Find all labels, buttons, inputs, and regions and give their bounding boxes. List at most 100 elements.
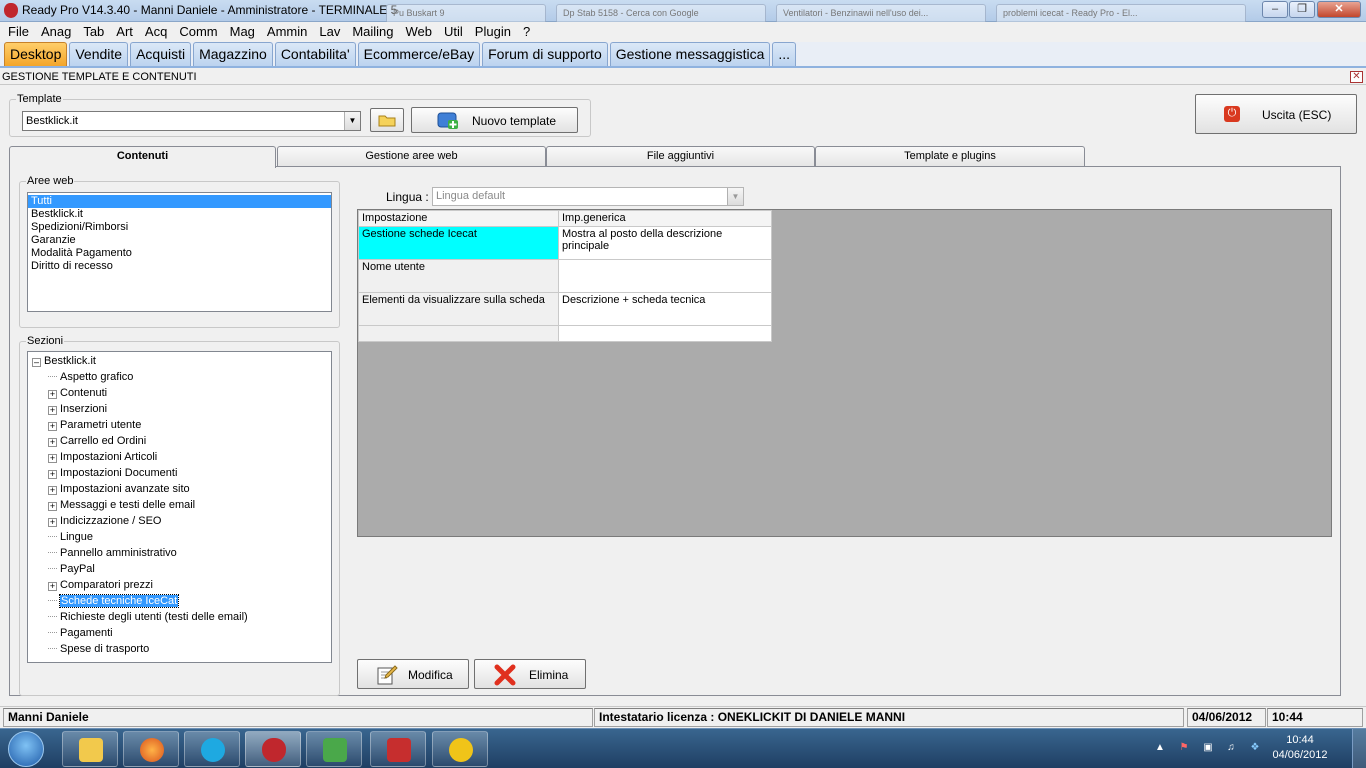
tree-item[interactable]: + Impostazioni avanzate sito [48,483,190,496]
module-tab-forum[interactable]: Forum di supporto [482,42,608,66]
column-header[interactable]: Imp.generica [558,210,772,227]
taskbar-skype[interactable] [184,731,240,767]
chevron-down-icon[interactable]: ▼ [727,188,743,205]
maximize-button[interactable]: ❐ [1289,1,1315,18]
dropbox-icon[interactable]: ❖ [1249,742,1261,754]
tree-item[interactable]: + Carrello ed Ordini [48,435,146,448]
edit-button[interactable]: Modifica [357,659,469,689]
module-tab-desktop[interactable]: Desktop [4,42,68,66]
taskbar-readypro[interactable] [245,731,301,767]
taskbar-clock[interactable]: 10:44 04/06/2012 [1270,733,1330,763]
tree-item[interactable]: PayPal [48,563,95,576]
tree-item[interactable]: Richieste degli utenti (testi delle emai… [48,611,248,624]
table-row[interactable]: Nome utente [358,259,772,293]
exit-button[interactable]: ⏻ Uscita (ESC) [1195,94,1357,134]
tab-template-plugins[interactable]: Template e plugins [815,146,1085,166]
start-orb[interactable] [8,731,44,767]
expand-icon[interactable]: + [48,390,57,399]
module-tab-vendite[interactable]: Vendite [69,42,129,66]
network-icon[interactable]: ▣ [1202,742,1214,754]
menu-acq[interactable]: Acq [139,22,173,42]
module-tab-acquisti[interactable]: Acquisti [130,42,192,66]
minimize-button[interactable]: – [1262,1,1288,18]
expand-icon[interactable]: + [48,438,57,447]
tree-item[interactable]: + Contenuti [48,387,107,400]
list-item[interactable]: Modalità Pagamento [28,247,331,260]
module-tab-messaggistica[interactable]: Gestione messaggistica [609,42,771,66]
expand-icon[interactable]: + [48,502,57,511]
table-cell[interactable]: Mostra al posto della descrizione princi… [558,226,772,260]
expand-icon[interactable]: + [48,422,57,431]
new-template-button[interactable]: Nuovo template [411,107,578,133]
menu-web[interactable]: Web [400,22,439,42]
menu-art[interactable]: Art [110,22,139,42]
tree-item[interactable]: Spese di trasporto [48,643,149,656]
tree-item[interactable]: + Messaggi e testi delle email [48,499,195,512]
menu-lav[interactable]: Lav [313,22,346,42]
table-row[interactable]: Elementi da visualizzare sulla scheda De… [358,292,772,326]
taskbar-network[interactable] [306,731,362,767]
list-item[interactable]: Diritto di recesso [28,260,331,273]
table-cell[interactable] [558,259,772,293]
table-cell[interactable] [558,325,772,342]
tree-item[interactable]: Lingue [48,531,93,544]
table-cell[interactable]: Nome utente [358,259,559,293]
background-tab[interactable]: Dp Stab 5158 - Cerca con Google [556,4,766,22]
expand-icon[interactable]: + [48,582,57,591]
menu-plugin[interactable]: Plugin [469,22,517,42]
background-tab[interactable]: Ventilatori - Benzinawii nell'uso dei... [776,4,986,22]
collapse-icon[interactable]: – [32,358,41,367]
expand-icon[interactable]: + [48,406,57,415]
menu-tab[interactable]: Tab [77,22,110,42]
close-button[interactable]: ✕ [1317,1,1361,18]
lingua-select[interactable]: Lingua default ▼ [432,187,744,206]
tree-item[interactable]: Pagamenti [48,627,113,640]
list-item[interactable]: Bestklick.it [28,208,331,221]
menu-file[interactable]: File [2,22,35,42]
expand-icon[interactable]: + [48,454,57,463]
background-tab[interactable]: Pu Buskart 9 [386,4,546,22]
list-item[interactable]: Tutti [28,195,331,208]
tree-item[interactable]: + Indicizzazione / SEO [48,515,162,528]
module-tab-contabilita[interactable]: Contabilita' [274,42,356,66]
tab-file-aggiuntivi[interactable]: File aggiuntivi [546,146,815,166]
tab-gestione-aree-web[interactable]: Gestione aree web [277,146,546,166]
template-select[interactable]: Bestklick.it ▼ [22,111,361,131]
menu-mag[interactable]: Mag [224,22,261,42]
expand-icon[interactable]: + [48,470,57,479]
module-tab-ecommerce[interactable]: Ecommerce/eBay [357,42,481,66]
table-row[interactable] [358,325,772,342]
sezioni-tree[interactable]: – Bestklick.it Aspetto grafico + Contenuti +… [27,351,332,663]
flag-icon[interactable]: ⚑ [1178,742,1190,754]
open-folder-button[interactable] [370,108,404,132]
background-tab[interactable]: problemi icecat - Ready Pro - El... [996,4,1246,22]
tree-root[interactable]: – Bestklick.it [32,355,96,368]
menu-comm[interactable]: Comm [173,22,223,42]
show-desktop-button[interactable] [1352,729,1366,768]
taskbar-firefox[interactable] [123,731,179,767]
aree-web-list[interactable]: Tutti Bestklick.it Spedizioni/Rimborsi G… [27,192,332,312]
table-row[interactable]: Gestione schede Icecat Mostra al posto d… [358,226,772,260]
menu-anag[interactable]: Anag [35,22,77,42]
menu-util[interactable]: Util [438,22,469,42]
delete-button[interactable]: Elimina [474,659,586,689]
volume-icon[interactable]: ♫ [1225,742,1237,754]
menu-mailing[interactable]: Mailing [346,22,399,42]
list-item[interactable]: Spedizioni/Rimborsi [28,221,331,234]
tree-item[interactable]: Aspetto grafico [48,371,133,384]
chevron-down-icon[interactable]: ▼ [344,112,360,130]
table-cell[interactable]: Elementi da visualizzare sulla scheda [358,292,559,326]
table-cell[interactable]: Descrizione + scheda tecnica [558,292,772,326]
taskbar-outlook[interactable] [432,731,488,767]
table-cell[interactable]: Gestione schede Icecat [358,226,559,260]
list-item[interactable]: Garanzie [28,234,331,247]
tree-item[interactable]: Pannello amministrativo [48,547,177,560]
tree-item[interactable]: + Inserzioni [48,403,107,416]
tree-item[interactable]: + Impostazioni Articoli [48,451,157,464]
column-header[interactable]: Impostazione [358,210,559,227]
show-hidden-icons[interactable]: ▲ [1154,742,1166,754]
tree-item[interactable]: + Impostazioni Documenti [48,467,177,480]
table-cell[interactable] [358,325,559,342]
taskbar-filezilla[interactable] [370,731,426,767]
expand-icon[interactable]: + [48,518,57,527]
